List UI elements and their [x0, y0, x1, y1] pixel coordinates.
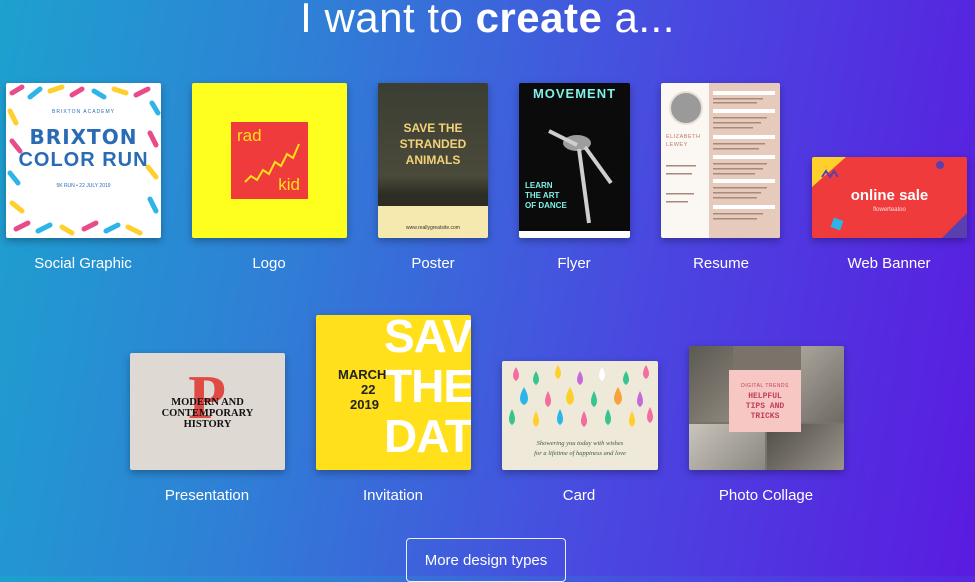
presentation-line-2: CONTEMPORARY: [161, 408, 254, 419]
collage-top-text: DIGITAL TRENDS: [741, 383, 789, 389]
collage-photo-top-left: [689, 346, 733, 422]
tile-label[interactable]: Presentation: [122, 487, 292, 504]
social-title-1: BRIXTON: [29, 125, 138, 149]
flyer-footer-bar: [519, 231, 630, 238]
tile-label[interactable]: Web Banner: [804, 255, 974, 272]
invitation-big-1: SAVE: [384, 315, 471, 362]
headline-suffix: a...: [614, 0, 675, 41]
web-banner-thumbnail[interactable]: online sale flowerteatoo: [812, 157, 967, 238]
invitation-month: MARCH: [338, 367, 387, 382]
logo-text-kid: kid: [278, 175, 300, 194]
poster-title-3: ANIMALS: [405, 153, 461, 167]
tile-label[interactable]: Flyer: [489, 255, 659, 272]
flyer-thumbnail[interactable]: MOVEMENT LEARN THE ART OF DANCE: [519, 83, 630, 238]
card-thumbnail[interactable]: Showering you today with wishes for a li…: [502, 361, 658, 470]
resume-text-lines: [666, 91, 775, 220]
tile-label[interactable]: Photo Collage: [681, 487, 851, 504]
invitation-day: 22: [361, 382, 376, 397]
collage-line-2: TIPS AND: [745, 402, 785, 411]
collage-photo-top-right: [801, 346, 844, 422]
tile-label[interactable]: Logo: [184, 255, 354, 272]
logo-text-rad: rad: [237, 126, 262, 145]
tile-label[interactable]: Card: [494, 487, 664, 504]
presentation-thumbnail[interactable]: P MODERN AND CONTEMPORARY HISTORY: [130, 353, 285, 470]
social-graphic-thumbnail[interactable]: BRIXTON ACADEMY BRIXTON COLOR RUN 5K RUN…: [6, 83, 161, 238]
page-headline: I want to create a...: [0, 0, 975, 42]
resume-thumbnail[interactable]: ELIZABETH LEWEY: [661, 83, 780, 238]
invitation-big-3: DATE: [384, 410, 471, 462]
headline-bold: create: [475, 0, 603, 41]
poster-title-1: SAVE THE: [403, 121, 463, 135]
poster-footer-url: www.reallygreatsite.com: [406, 225, 460, 231]
invitation-thumbnail[interactable]: SAVE THE DATE MARCH 22 2019: [316, 315, 471, 470]
dancer-silhouette: [548, 129, 613, 224]
social-title-2: COLOR RUN: [18, 149, 149, 171]
tile-label[interactable]: Invitation: [308, 487, 478, 504]
presentation-line-1: MODERN AND: [171, 397, 244, 408]
photo-collage-thumbnail[interactable]: DIGITAL TRENDS HELPFUL TIPS AND TRICKS: [689, 346, 844, 470]
social-small-text: BRIXTON ACADEMY: [52, 109, 115, 115]
flyer-line-3: OF DANCE: [525, 201, 567, 210]
card-text-1: Showering you today with wishes: [536, 440, 624, 447]
poster-footer-band: [378, 206, 488, 238]
invitation-big-2: THE: [384, 360, 471, 412]
collage-pink-panel: [729, 370, 801, 432]
tile-label[interactable]: Social Graphic: [0, 255, 168, 272]
flyer-line-2: THE ART: [525, 191, 560, 200]
logo-mark: rad kid: [231, 122, 308, 199]
presentation-line-3: HISTORY: [183, 419, 232, 430]
flyer-line-1: LEARN: [525, 181, 553, 190]
banner-title: online sale: [850, 187, 929, 204]
logo-thumbnail[interactable]: rad kid: [192, 83, 347, 238]
collage-line-1: HELPFUL: [748, 392, 782, 401]
headline-prefix: I want to: [300, 0, 464, 41]
banner-sub: flowerteatoo: [873, 207, 906, 213]
poster-thumbnail[interactable]: SAVE THE STRANDED ANIMALS www.reallygrea…: [378, 83, 488, 238]
more-design-types-button[interactable]: More design types: [406, 538, 566, 582]
tile-label[interactable]: Resume: [636, 255, 806, 272]
collage-line-3: TRICKS: [750, 412, 780, 421]
invitation-year: 2019: [350, 397, 379, 412]
card-text-2: for a lifetime of happiness and love: [534, 450, 626, 457]
poster-title-2: STRANDED: [399, 137, 467, 151]
social-date: 5K RUN • 22 JULY 2019: [56, 183, 111, 189]
